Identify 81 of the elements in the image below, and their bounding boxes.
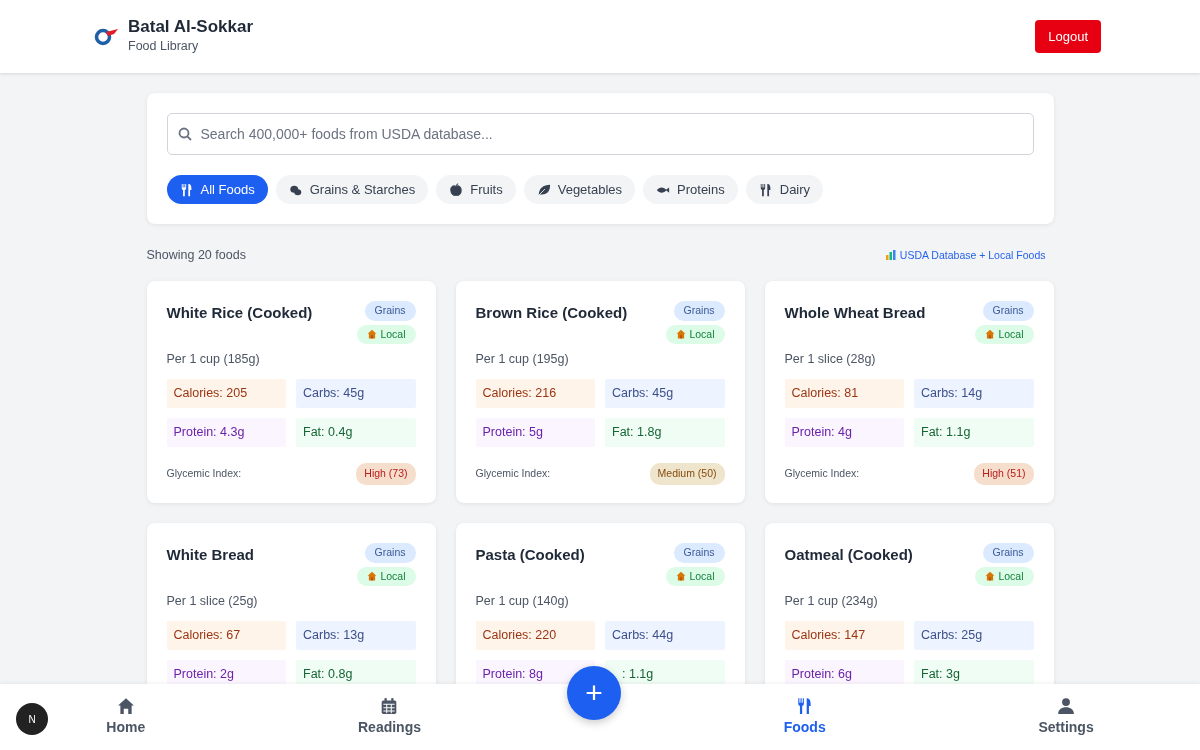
category-chip[interactable]: Grains & Starches bbox=[275, 175, 429, 204]
category-tag: Grains bbox=[364, 542, 416, 563]
logo-icon bbox=[94, 26, 120, 47]
house-icon bbox=[985, 329, 996, 340]
result-count: Showing 20 foods bbox=[146, 247, 246, 264]
serving-size: Per 1 slice (25g) bbox=[166, 593, 259, 611]
carbs-value: Carbs: 45g bbox=[296, 379, 416, 408]
serving-size: Per 1 cup (195g) bbox=[475, 351, 570, 369]
nav-tab[interactable]: Settings bbox=[1038, 696, 1094, 738]
glycemic-badge: High (73) bbox=[356, 463, 416, 485]
category-tag: Grains bbox=[982, 542, 1034, 563]
search-field[interactable]: Search 400,000+ foods from USDA database... bbox=[166, 113, 1034, 155]
serving-size: Per 1 cup (234g) bbox=[784, 593, 879, 611]
carbs-value: Carbs: 25g bbox=[914, 621, 1034, 650]
calories-value: Calories: 81 bbox=[784, 379, 904, 408]
serving-size: Per 1 cup (140g) bbox=[475, 593, 570, 611]
source-tag: Local bbox=[975, 566, 1034, 587]
bar-chart-icon bbox=[885, 250, 896, 261]
house-icon bbox=[676, 571, 687, 582]
utensils-icon bbox=[758, 182, 773, 197]
house-icon bbox=[367, 571, 378, 582]
carbs-value: Carbs: 44g bbox=[605, 621, 725, 650]
category-tag: Grains bbox=[982, 300, 1034, 321]
protein-value: Protein: 4g bbox=[784, 418, 904, 447]
source-tag: Local bbox=[666, 566, 725, 587]
category-chip[interactable]: Proteins bbox=[643, 175, 738, 204]
calories-value: Calories: 216 bbox=[475, 379, 595, 408]
protein-value: Protein: 4.3g bbox=[166, 418, 286, 447]
glycemic-label: Glycemic Index: bbox=[475, 466, 551, 481]
food-name: Pasta (Cooked) bbox=[475, 544, 585, 565]
utensils-icon bbox=[795, 696, 814, 715]
carbs-value: Carbs: 45g bbox=[605, 379, 725, 408]
food-name: White Bread bbox=[166, 544, 254, 565]
source-tag: Local bbox=[357, 324, 416, 345]
category-chip[interactable]: Dairy bbox=[745, 175, 824, 204]
app-title: Batal Al-Sokkar bbox=[128, 16, 254, 38]
category-chip[interactable]: All Foods bbox=[166, 175, 268, 204]
category-tag: Grains bbox=[673, 542, 725, 563]
apple-icon bbox=[449, 182, 464, 197]
house-icon bbox=[367, 329, 378, 340]
nav-tab[interactable]: Readings bbox=[358, 696, 421, 738]
source-tag: Local bbox=[357, 566, 416, 587]
glycemic-badge: Medium (50) bbox=[649, 463, 725, 485]
food-name: White Rice (Cooked) bbox=[166, 302, 313, 323]
carbs-value: Carbs: 13g bbox=[296, 621, 416, 650]
home-icon bbox=[116, 696, 135, 715]
calories-value: Calories: 147 bbox=[784, 621, 904, 650]
leaf-icon bbox=[536, 182, 551, 197]
logout-button[interactable]: Logout bbox=[1035, 19, 1101, 54]
glycemic-label: Glycemic Index: bbox=[166, 466, 242, 481]
user-icon bbox=[1057, 696, 1076, 715]
category-tag: Grains bbox=[364, 300, 416, 321]
calories-value: Calories: 67 bbox=[166, 621, 286, 650]
category-chip[interactable]: Fruits bbox=[436, 175, 516, 204]
fat-value: Fat: 1.1g bbox=[914, 418, 1034, 447]
glycemic-badge: High (51) bbox=[974, 463, 1034, 485]
house-icon bbox=[676, 329, 687, 340]
data-source-label: USDA Database + Local Foods bbox=[899, 247, 1046, 263]
fat-value: Fat: 1.8g bbox=[605, 418, 725, 447]
utensils-icon bbox=[179, 182, 194, 197]
protein-value: Protein: 5g bbox=[475, 418, 595, 447]
food-name: Oatmeal (Cooked) bbox=[784, 544, 913, 565]
food-name: Whole Wheat Bread bbox=[784, 302, 926, 323]
house-icon bbox=[985, 571, 996, 582]
source-tag: Local bbox=[975, 324, 1034, 345]
calories-value: Calories: 220 bbox=[475, 621, 595, 650]
serving-size: Per 1 cup (185g) bbox=[166, 351, 261, 369]
page-subtitle: Food Library bbox=[128, 38, 200, 56]
search-icon bbox=[177, 127, 192, 141]
source-tag: Local bbox=[666, 324, 725, 345]
serving-size: Per 1 slice (28g) bbox=[784, 351, 877, 369]
food-name: Brown Rice (Cooked) bbox=[475, 302, 628, 323]
category-chip[interactable]: Vegetables bbox=[523, 175, 636, 204]
category-tag: Grains bbox=[673, 300, 725, 321]
calories-value: Calories: 205 bbox=[166, 379, 286, 408]
nav-tab[interactable]: Foods bbox=[783, 696, 826, 738]
calendar-icon bbox=[380, 696, 399, 715]
carbs-value: Carbs: 14g bbox=[914, 379, 1034, 408]
fat-value: Fat: 0.4g bbox=[296, 418, 416, 447]
nav-tab[interactable]: Home bbox=[106, 696, 146, 738]
glycemic-label: Glycemic Index: bbox=[784, 466, 860, 481]
